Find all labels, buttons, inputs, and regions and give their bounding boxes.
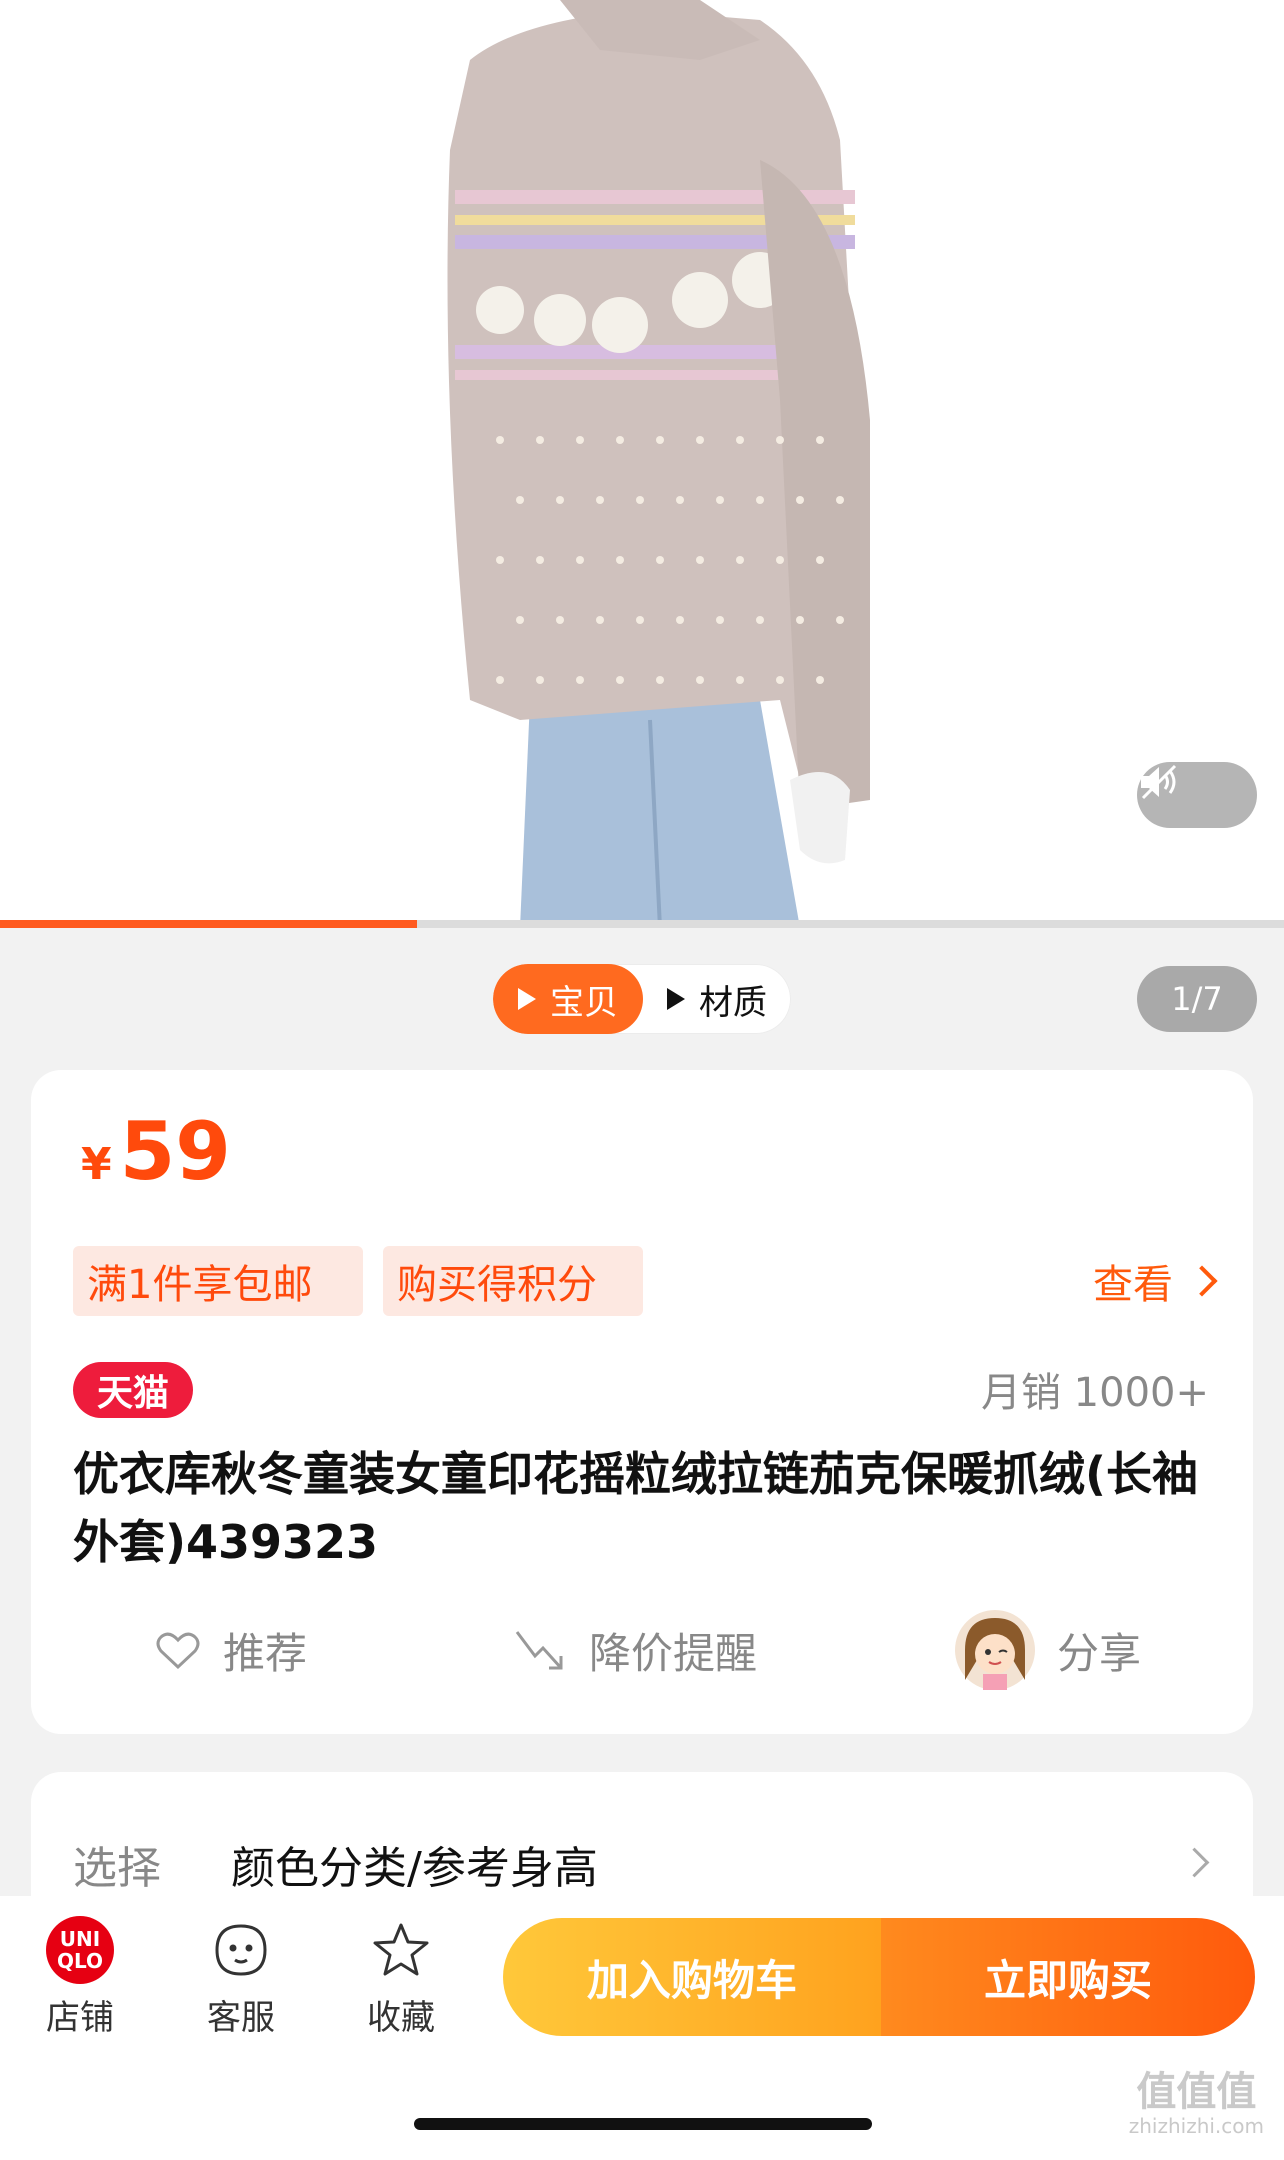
sku-selector-value: 颜色分类/参考身高 bbox=[231, 1843, 598, 1894]
video-progress-fill bbox=[0, 920, 418, 928]
product-photo bbox=[447, 0, 870, 928]
product-info-card: ¥ 59 满1件享包邮 购买得积分 查看 天猫 月销 1000+ 优衣库秋冬童装… bbox=[31, 1070, 1253, 1734]
price-alert-button[interactable]: 降价提醒 bbox=[513, 1600, 757, 1700]
service-chat-icon bbox=[215, 1924, 267, 1976]
store-button[interactable]: UNI QLO 店铺 bbox=[20, 1910, 140, 2039]
product-title: 优衣库秋冬童装女童印花摇粒绒拉链茄克保暖抓绒(长袖外套)439323 bbox=[73, 1447, 1199, 1569]
promo-tag-points[interactable]: 购买得积分 bbox=[383, 1246, 643, 1316]
product-actions: 推荐 降价提醒 分享 bbox=[31, 1600, 1253, 1700]
watermark: 值值值 zhizhizhi.com bbox=[1129, 2070, 1264, 2138]
mute-toggle-button[interactable] bbox=[1137, 762, 1257, 828]
home-indicator[interactable] bbox=[414, 2118, 872, 2130]
video-progress-bar[interactable] bbox=[0, 920, 1284, 928]
customer-service-label: 客服 bbox=[207, 1998, 275, 2038]
recommend-button[interactable]: 推荐 bbox=[155, 1600, 307, 1700]
share-avatar-icon bbox=[955, 1610, 1035, 1690]
view-promotions-link[interactable]: 查看 bbox=[1093, 1246, 1218, 1316]
product-price: ¥ 59 bbox=[81, 1112, 231, 1192]
customer-service-button[interactable]: 客服 bbox=[181, 1910, 301, 2039]
tab-product[interactable]: 宝贝 bbox=[493, 964, 643, 1034]
currency-symbol: ¥ bbox=[81, 1139, 112, 1190]
tab-material[interactable]: 材质 bbox=[643, 964, 791, 1034]
star-icon bbox=[373, 1923, 429, 1976]
heart-icon bbox=[155, 1629, 201, 1671]
add-to-cart-button[interactable]: 加入购物车 bbox=[503, 1918, 881, 2036]
view-link-label: 查看 bbox=[1093, 1262, 1173, 1308]
uniqlo-logo: UNI QLO bbox=[46, 1916, 114, 1984]
sku-selector-label: 选择 bbox=[73, 1843, 161, 1894]
favorite-button[interactable]: 收藏 bbox=[341, 1910, 461, 2039]
play-icon bbox=[667, 988, 685, 1010]
image-page-counter: 1/7 bbox=[1137, 966, 1257, 1032]
share-label: 分享 bbox=[1057, 1628, 1142, 1678]
tab-product-label: 宝贝 bbox=[550, 982, 618, 1023]
watermark-sub: zhizhizhi.com bbox=[1128, 2114, 1264, 2138]
store-label: 店铺 bbox=[46, 1998, 114, 2038]
volume-muted-icon bbox=[1141, 764, 1177, 800]
chevron-right-icon bbox=[1186, 1265, 1218, 1297]
media-tab-switcher: 宝贝 材质 bbox=[493, 964, 791, 1034]
price-alert-label: 降价提醒 bbox=[589, 1628, 758, 1678]
chevron-right-icon bbox=[1179, 1847, 1210, 1878]
monthly-sales: 月销 1000+ bbox=[980, 1370, 1209, 1416]
watermark-main: 值值值 bbox=[1136, 2069, 1257, 2115]
recommend-label: 推荐 bbox=[223, 1628, 308, 1678]
price-value: 59 bbox=[119, 1105, 231, 1198]
buy-now-button[interactable]: 立即购买 bbox=[881, 1918, 1255, 2036]
tab-material-label: 材质 bbox=[699, 982, 767, 1023]
favorite-label: 收藏 bbox=[367, 1998, 435, 2038]
share-button[interactable]: 分享 bbox=[955, 1600, 1141, 1700]
promo-tag-free-shipping[interactable]: 满1件享包邮 bbox=[73, 1246, 363, 1316]
price-down-arrow-icon bbox=[513, 1626, 567, 1674]
play-icon bbox=[518, 988, 536, 1010]
product-media-viewer[interactable] bbox=[0, 0, 1284, 928]
tmall-badge: 天猫 bbox=[73, 1362, 193, 1418]
